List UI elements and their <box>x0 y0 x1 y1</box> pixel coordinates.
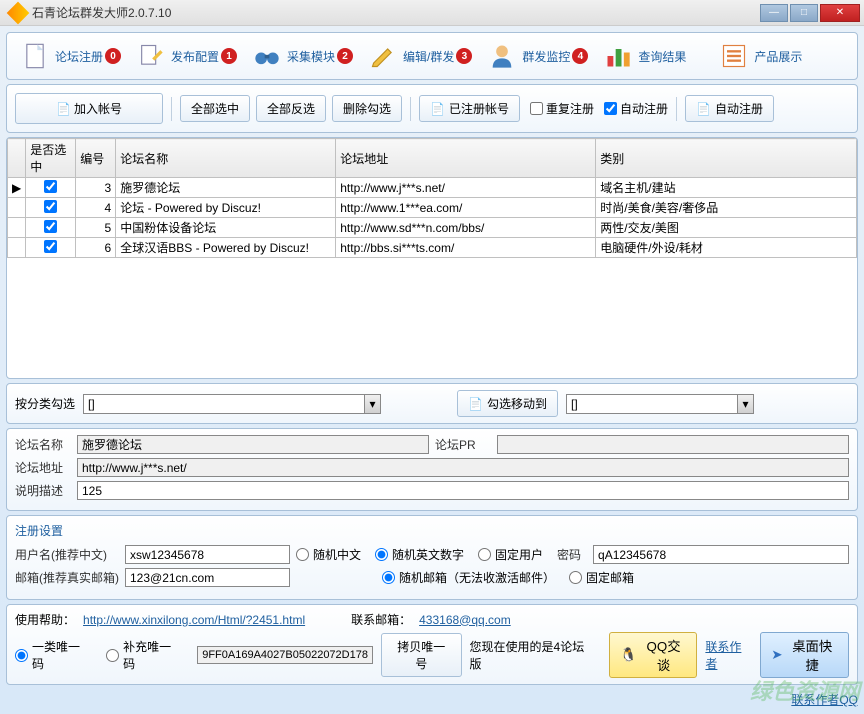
penguin-icon: 🐧 <box>620 647 637 663</box>
help-link[interactable]: http://www.xinxilong.com/Html/?2451.html <box>83 613 305 627</box>
tab-product-show[interactable]: 产品展示 <box>714 38 806 74</box>
badge: 4 <box>572 48 588 64</box>
table-row[interactable]: 4论坛 - Powered by Discuz!http://www.1***e… <box>8 198 857 218</box>
radio-random-email[interactable]: 随机邮箱（无法收激活邮件） <box>382 569 555 586</box>
binoculars-icon <box>251 40 283 72</box>
help-label: 使用帮助： <box>15 611 75 628</box>
radio-fixed-email[interactable]: 固定邮箱 <box>569 569 634 586</box>
forum-url-label: 论坛地址 <box>15 459 71 476</box>
help-panel: 使用帮助： http://www.xinxilong.com/Html/?245… <box>6 604 858 685</box>
arrow-icon: ➤ <box>771 647 782 663</box>
document-pencil-icon <box>135 40 167 72</box>
col-url[interactable]: 论坛地址 <box>336 139 596 178</box>
row-checkbox[interactable] <box>44 200 57 213</box>
author-qq-link[interactable]: 联系作者QQ <box>791 691 858 708</box>
radio-code-type1[interactable]: 一类唯一码 <box>15 638 90 672</box>
document-icon <box>19 40 51 72</box>
qq-chat-button[interactable]: 🐧QQ交谈 <box>609 632 697 678</box>
password-field[interactable] <box>593 545 849 564</box>
forum-desc-field[interactable] <box>77 481 849 500</box>
version-message: 您现在使用的是4论坛版 <box>470 638 594 672</box>
forum-name-label: 论坛名称 <box>15 436 71 453</box>
forum-table[interactable]: 是否选中 编号 论坛名称 论坛地址 类别 ▶3施罗德论坛http://www.j… <box>7 138 857 258</box>
filter-label: 按分类勾选 <box>15 395 75 412</box>
delete-selected-button[interactable]: 删除勾选 <box>332 95 402 122</box>
chevron-down-icon[interactable]: ▾ <box>737 395 753 413</box>
move-selected-button[interactable]: 📄 勾选移动到 <box>457 390 558 417</box>
radio-code-type2[interactable]: 补充唯一码 <box>106 638 181 672</box>
radio-random-en[interactable]: 随机英文数字 <box>375 546 464 563</box>
contact-author-link[interactable]: 联系作者 <box>705 638 752 672</box>
select-all-button[interactable]: 全部选中 <box>180 95 250 122</box>
badge: 0 <box>105 48 121 64</box>
password-label: 密码 <box>557 546 587 563</box>
contact-email-link[interactable]: 433168@qq.com <box>419 613 511 627</box>
action-toolbar: 📄加入帐号 全部选中 全部反选 删除勾选 📄 已注册帐号 重复注册 自动注册 📄… <box>6 84 858 133</box>
app-icon <box>7 1 30 24</box>
forum-desc-label: 说明描述 <box>15 482 71 499</box>
badge: 1 <box>221 48 237 64</box>
username-label: 用户名(推荐中文) <box>15 546 119 563</box>
tab-publish-config[interactable]: 发布配置 1 <box>131 38 245 74</box>
row-checkbox[interactable] <box>44 180 57 193</box>
user-icon <box>486 40 518 72</box>
add-account-button[interactable]: 📄加入帐号 <box>15 93 163 124</box>
minimize-button[interactable]: — <box>760 4 788 22</box>
maximize-button[interactable]: □ <box>790 4 818 22</box>
forum-name-field <box>77 435 429 454</box>
auto-register-checkbox[interactable]: 自动注册 <box>604 100 668 117</box>
close-button[interactable]: ✕ <box>820 4 860 22</box>
radio-fixed-user[interactable]: 固定用户 <box>478 546 543 563</box>
list-icon <box>718 40 750 72</box>
email-field[interactable] <box>125 568 290 587</box>
radio-random-cn[interactable]: 随机中文 <box>296 546 361 563</box>
move-target-combo[interactable]: ▾ <box>566 394 754 414</box>
forum-pr-label: 论坛PR <box>435 436 491 453</box>
invert-selection-button[interactable]: 全部反选 <box>256 95 326 122</box>
repeat-register-checkbox[interactable]: 重复注册 <box>530 100 594 117</box>
category-filter-combo[interactable]: ▾ <box>83 394 381 414</box>
badge: 3 <box>456 48 472 64</box>
username-field[interactable] <box>125 545 290 564</box>
badge: 2 <box>337 48 353 64</box>
email-label: 邮箱(推荐真实邮箱) <box>15 569 119 586</box>
forum-detail-panel: 论坛名称 论坛PR 论坛地址 说明描述 <box>6 428 858 511</box>
window-title: 石青论坛群发大师2.0.7.10 <box>32 4 760 21</box>
col-id[interactable]: 编号 <box>76 139 116 178</box>
table-row[interactable]: ▶3施罗德论坛http://www.j***s.net/域名主机/建站 <box>8 178 857 198</box>
register-settings-panel: 注册设置 用户名(推荐中文) 随机中文 随机英文数字 固定用户 密码 邮箱(推荐… <box>6 515 858 600</box>
add-icon: 📄 <box>56 102 70 116</box>
tab-forum-register[interactable]: 论坛注册 0 <box>15 38 129 74</box>
table-row[interactable]: 6 全球汉语BBS - Powered by Discuz!http://bbs… <box>8 238 857 258</box>
unique-code-field <box>197 646 373 664</box>
row-checkbox[interactable] <box>44 220 57 233</box>
chevron-down-icon[interactable]: ▾ <box>364 395 380 413</box>
registered-accounts-button[interactable]: 📄 已注册帐号 <box>419 95 520 122</box>
status-bar: 联系作者QQ <box>6 689 858 708</box>
chart-icon <box>602 40 634 72</box>
register-settings-title: 注册设置 <box>15 520 849 541</box>
tab-query-results[interactable]: 查询结果 <box>598 38 690 74</box>
forum-url-field <box>77 458 849 477</box>
row-checkbox[interactable] <box>44 240 57 253</box>
forum-table-container: 是否选中 编号 论坛名称 论坛地址 类别 ▶3施罗德论坛http://www.j… <box>6 137 858 379</box>
contact-email-label: 联系邮箱： <box>351 611 411 628</box>
copy-code-button[interactable]: 拷贝唯一号 <box>381 633 462 677</box>
tab-collect-module[interactable]: 采集模块 2 <box>247 38 361 74</box>
table-row[interactable]: 5中国粉体设备论坛http://www.sd***n.com/bbs/两性/交友… <box>8 218 857 238</box>
tab-send-monitor[interactable]: 群发监控 4 <box>482 38 596 74</box>
auto-register-button[interactable]: 📄 自动注册 <box>685 95 774 122</box>
filter-bar: 按分类勾选 ▾ 📄 勾选移动到 ▾ <box>6 383 858 424</box>
tab-edit-send[interactable]: 编辑/群发 3 <box>363 38 480 74</box>
main-toolbar: 论坛注册 0 发布配置 1 采集模块 2 编辑/群发 3 群发监控 4 查询结果 <box>6 32 858 80</box>
desktop-shortcut-button[interactable]: ➤桌面快捷 <box>760 632 849 678</box>
col-category[interactable]: 类别 <box>596 139 857 178</box>
pencil-icon <box>367 40 399 72</box>
col-selected[interactable]: 是否选中 <box>26 139 76 178</box>
titlebar: 石青论坛群发大师2.0.7.10 — □ ✕ <box>0 0 864 26</box>
col-name[interactable]: 论坛名称 <box>116 139 336 178</box>
forum-pr-field <box>497 435 849 454</box>
